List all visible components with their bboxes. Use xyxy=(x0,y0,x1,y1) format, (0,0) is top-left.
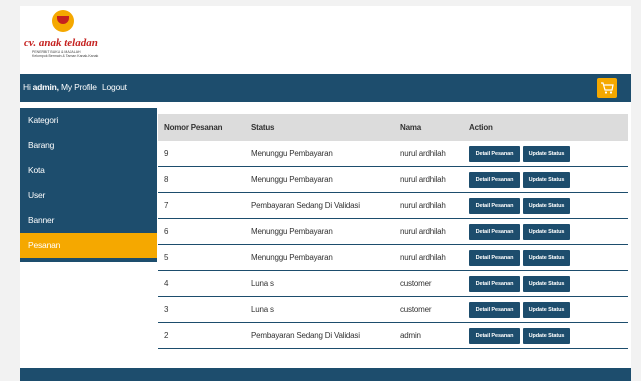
table-row: 8 Menunggu Pembayaran nurul ardhilah Detail… xyxy=(158,166,628,193)
site-logo[interactable]: cv. anak teladan PENERBIT BUKU & MAJALAH… xyxy=(24,8,124,68)
order-status: Menunggu Pembayaran xyxy=(245,166,394,193)
order-actions: Detail Pesanan Update Status xyxy=(463,141,628,167)
order-status: Menunggu Pembayaran xyxy=(245,244,394,271)
user-greeting: Hi admin, My Profile Logout xyxy=(23,82,130,92)
order-number: 6 xyxy=(158,218,245,245)
logo-title: cv. anak teladan xyxy=(24,37,98,49)
order-actions: Detail Pesanan Update Status xyxy=(463,322,628,349)
detail-pesanan-button[interactable]: Detail Pesanan xyxy=(469,145,520,162)
order-number: 4 xyxy=(158,270,245,297)
detail-pesanan-button[interactable]: Detail Pesanan xyxy=(469,275,520,292)
cart-button[interactable] xyxy=(597,78,617,98)
order-number: 9 xyxy=(158,141,245,167)
update-status-button[interactable]: Update Status xyxy=(523,301,570,318)
order-actions: Detail Pesanan Update Status xyxy=(463,166,628,193)
table-row: 5 Menunggu Pembayaran nurul ardhilah Detail… xyxy=(158,244,628,271)
table-row: 3 Luna s customer Detail Pesanan Update Stat… xyxy=(158,296,628,323)
order-actions: Detail Pesanan Update Status xyxy=(463,296,628,323)
table-row: 6 Menunggu Pembayaran nurul ardhilah Detail… xyxy=(158,218,628,245)
update-status-button[interactable]: Update Status xyxy=(523,145,570,162)
order-number: 2 xyxy=(158,322,245,349)
table-row: 9 Menunggu Pembayaran nurul ardhilah Detail… xyxy=(158,141,628,167)
sidebar-item-kategori[interactable]: Kategori xyxy=(20,108,157,133)
order-status: Pembayaran Sedang Di Validasi xyxy=(245,322,394,349)
orders-table: Nomor Pesanan Status Nama Action 9 Menung… xyxy=(158,114,628,349)
cart-icon xyxy=(601,82,614,94)
order-customer-name: nurul ardhilah xyxy=(394,192,463,219)
order-status: Luna s xyxy=(245,270,394,297)
top-navbar: Hi admin, My Profile Logout xyxy=(20,74,631,102)
update-status-button[interactable]: Update Status xyxy=(523,197,570,214)
column-header-nama: Nama xyxy=(394,114,463,141)
sidebar-item-barang[interactable]: Barang xyxy=(20,133,157,158)
column-header-nomor: Nomor Pesanan xyxy=(158,114,245,141)
logo-subtitle-line2: Kelompok Bermain & Taman Kanak-Kanak xyxy=(32,54,99,58)
update-status-button[interactable]: Update Status xyxy=(523,327,570,344)
logout-link[interactable]: Logout xyxy=(102,82,127,92)
update-status-button[interactable]: Update Status xyxy=(523,249,570,266)
sidebar: Kategori Barang Kota User Banner Pesanan xyxy=(20,108,157,262)
page: cv. anak teladan PENERBIT BUKU & MAJALAH… xyxy=(20,6,631,381)
order-customer-name: nurul ardhilah xyxy=(394,218,463,245)
table-header-row: Nomor Pesanan Status Nama Action xyxy=(158,114,628,141)
table-row: 2 Pembayaran Sedang Di Validasi admin Detai… xyxy=(158,322,628,349)
update-status-button[interactable]: Update Status xyxy=(523,275,570,292)
order-status: Luna s xyxy=(245,296,394,323)
order-number: 7 xyxy=(158,192,245,219)
order-actions: Detail Pesanan Update Status xyxy=(463,244,628,271)
detail-pesanan-button[interactable]: Detail Pesanan xyxy=(469,327,520,344)
sidebar-item-pesanan[interactable]: Pesanan xyxy=(20,233,157,258)
order-actions: Detail Pesanan Update Status xyxy=(463,218,628,245)
order-number: 8 xyxy=(158,166,245,193)
detail-pesanan-button[interactable]: Detail Pesanan xyxy=(469,301,520,318)
order-customer-name: nurul ardhilah xyxy=(394,141,463,167)
table-row: 7 Pembayaran Sedang Di Validasi nurul ardh… xyxy=(158,192,628,219)
sidebar-item-kota[interactable]: Kota xyxy=(20,158,157,183)
order-actions: Detail Pesanan Update Status xyxy=(463,270,628,297)
username: admin, xyxy=(32,82,59,92)
sidebar-item-user[interactable]: User xyxy=(20,183,157,208)
order-customer-name: customer xyxy=(394,270,463,297)
detail-pesanan-button[interactable]: Detail Pesanan xyxy=(469,197,520,214)
my-profile-link[interactable]: My Profile xyxy=(61,82,97,92)
column-header-status: Status xyxy=(245,114,394,141)
sidebar-item-banner[interactable]: Banner xyxy=(20,208,157,233)
update-status-button[interactable]: Update Status xyxy=(523,171,570,188)
order-status: Menunggu Pembayaran xyxy=(245,141,394,167)
logo-emblem-icon xyxy=(52,10,74,32)
order-status: Menunggu Pembayaran xyxy=(245,218,394,245)
order-number: 3 xyxy=(158,296,245,323)
orders-panel: Nomor Pesanan Status Nama Action 9 Menung… xyxy=(158,114,628,349)
order-actions: Detail Pesanan Update Status xyxy=(463,192,628,219)
order-customer-name: customer xyxy=(394,296,463,323)
detail-pesanan-button[interactable]: Detail Pesanan xyxy=(469,171,520,188)
order-customer-name: nurul ardhilah xyxy=(394,244,463,271)
footer-bar xyxy=(20,368,631,381)
detail-pesanan-button[interactable]: Detail Pesanan xyxy=(469,223,520,240)
order-customer-name: admin xyxy=(394,322,463,349)
table-row: 4 Luna s customer Detail Pesanan Update Stat… xyxy=(158,270,628,297)
detail-pesanan-button[interactable]: Detail Pesanan xyxy=(469,249,520,266)
order-status: Pembayaran Sedang Di Validasi xyxy=(245,192,394,219)
order-customer-name: nurul ardhilah xyxy=(394,166,463,193)
greeting-text: Hi xyxy=(23,82,31,92)
order-number: 5 xyxy=(158,244,245,271)
column-header-action: Action xyxy=(463,114,628,141)
update-status-button[interactable]: Update Status xyxy=(523,223,570,240)
logo-subtitle: PENERBIT BUKU & MAJALAH Kelompok Bermain… xyxy=(32,50,98,58)
